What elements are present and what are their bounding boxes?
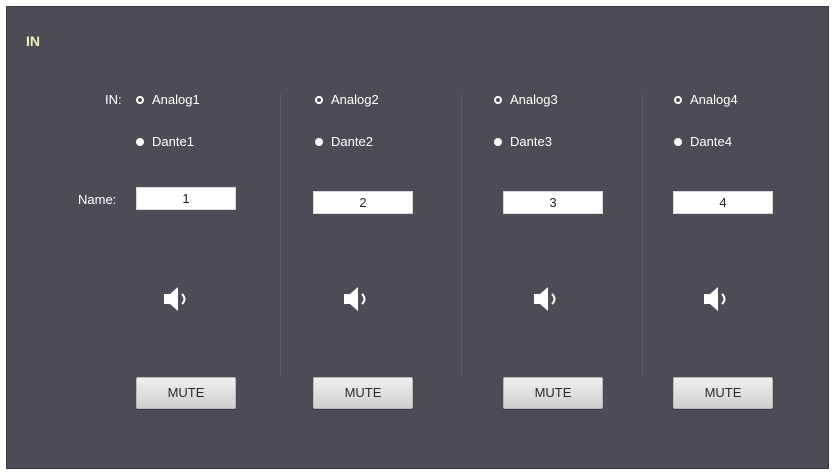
radio-dot (494, 137, 502, 146)
panel-title: IN (26, 33, 40, 49)
radio-label: Dante3 (510, 134, 552, 149)
in-label: IN: (105, 92, 122, 107)
radio-dot (136, 137, 144, 146)
radio-label: Dante1 (152, 134, 194, 149)
mute-button-3[interactable]: MUTE (503, 377, 603, 409)
radio-dot (674, 137, 682, 146)
name-field-1[interactable]: 1 (136, 187, 236, 210)
radio-label: Analog4 (690, 92, 738, 107)
mute-button-1[interactable]: MUTE (136, 377, 236, 409)
radio-analog2[interactable]: Analog2 (315, 92, 379, 107)
radio-label: Dante2 (331, 134, 373, 149)
mute-button-2[interactable]: MUTE (313, 377, 413, 409)
name-label: Name: (78, 192, 117, 207)
radio-dot (494, 95, 502, 104)
speaker-icon[interactable] (340, 281, 376, 317)
radio-analog3[interactable]: Analog3 (494, 92, 558, 107)
radio-dante2[interactable]: Dante2 (315, 134, 373, 149)
speaker-icon[interactable] (160, 281, 196, 317)
name-field-4[interactable]: 4 (673, 191, 773, 214)
speaker-icon[interactable] (530, 281, 566, 317)
radio-dot (674, 95, 682, 104)
radio-label: Dante4 (690, 134, 732, 149)
name-field-3[interactable]: 3 (503, 191, 603, 214)
channel-divider (280, 94, 281, 377)
radio-analog4[interactable]: Analog4 (674, 92, 738, 107)
radio-analog1[interactable]: Analog1 (136, 92, 200, 107)
input-panel: IN IN: Name: Analog1 Dante1 1 MUTE Analo… (6, 6, 829, 469)
radio-dot (315, 137, 323, 146)
speaker-icon[interactable] (700, 281, 736, 317)
radio-label: Analog3 (510, 92, 558, 107)
radio-label: Analog2 (331, 92, 379, 107)
radio-dot (136, 95, 144, 104)
radio-dante3[interactable]: Dante3 (494, 134, 552, 149)
channel-divider (461, 94, 462, 377)
radio-label: Analog1 (152, 92, 200, 107)
channel-divider (642, 94, 643, 377)
mute-button-4[interactable]: MUTE (673, 377, 773, 409)
radio-dante4[interactable]: Dante4 (674, 134, 732, 149)
radio-dot (315, 95, 323, 104)
name-field-2[interactable]: 2 (313, 191, 413, 214)
radio-dante1[interactable]: Dante1 (136, 134, 194, 149)
